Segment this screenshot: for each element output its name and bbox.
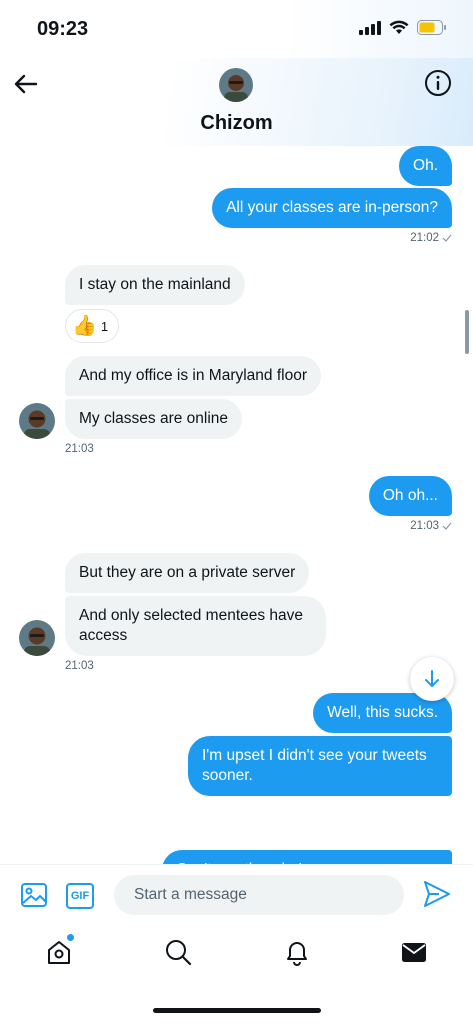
search-icon [166,940,192,966]
incoming-message[interactable]: And only selected mentees have access [65,596,326,656]
tab-notifications[interactable] [281,936,313,968]
message-input[interactable] [114,875,404,915]
contact-avatar[interactable] [219,68,253,102]
tab-messages[interactable] [398,936,430,968]
outgoing-message[interactable]: Can't say the who's... [162,850,452,864]
notification-dot [67,934,74,941]
reaction-badge[interactable]: 👍 1 [65,309,120,343]
image-icon [21,883,47,907]
status-bar: 09:23 [0,0,473,58]
outgoing-message[interactable]: Oh oh... [368,476,452,516]
signal-icon [359,20,381,35]
message-timestamp: 21:03 [410,520,452,532]
info-button[interactable] [423,68,453,98]
scroll-indicator[interactable] [465,310,469,354]
outgoing-message[interactable]: Oh. [399,146,452,186]
send-icon [424,881,450,907]
tab-home[interactable] [43,934,75,968]
incoming-message[interactable]: I stay on the mainland [65,265,245,305]
home-indicator [153,1008,321,1013]
mail-icon [402,943,426,962]
incoming-message[interactable]: And my office is in Maryland floor [65,356,322,396]
bottom-tab-bar [0,924,473,984]
message-thread[interactable]: Oh. All your classes are in-person? 21:0… [0,146,473,864]
timestamp-text: 21:02 [410,232,439,244]
bell-icon [287,942,307,966]
timestamp-text: 21:03 [410,520,439,532]
wifi-icon [389,20,409,34]
message-timestamp: 21:03 [65,660,94,672]
incoming-message[interactable]: My classes are online [65,399,243,439]
avatar-image [19,403,55,439]
sent-check-icon [442,522,452,530]
outgoing-message[interactable]: I'm upset I didn't see your tweets soone… [188,736,452,796]
message-timestamp: 21:03 [65,443,94,455]
scroll-to-bottom-button[interactable] [410,657,454,701]
avatar-image [19,620,55,656]
sent-check-icon [442,234,452,242]
back-button[interactable] [12,70,40,98]
arrow-left-icon [14,74,38,94]
tab-search[interactable] [162,936,194,968]
message-timestamp: 21:02 [410,232,452,244]
thumbs-up-icon: 👍 [72,315,97,337]
status-icons [359,20,447,35]
sender-avatar[interactable] [19,403,55,439]
sender-avatar[interactable] [19,620,55,656]
contact-name[interactable]: Chizom [0,112,473,135]
message-composer: GIF [0,864,473,924]
battery-icon [417,20,446,35]
info-icon [425,70,451,96]
arrow-down-icon [425,670,439,687]
incoming-message[interactable]: But they are on a private server [65,553,310,593]
gif-button[interactable]: GIF [66,883,94,909]
outgoing-message[interactable]: All your classes are in-person? [212,188,452,228]
avatar-image [219,68,253,102]
home-icon [48,941,70,964]
conversation-header: Chizom [0,58,473,146]
status-time: 09:23 [37,18,89,40]
reaction-count: 1 [100,318,109,334]
send-button[interactable] [422,879,454,911]
media-button[interactable] [20,881,50,911]
